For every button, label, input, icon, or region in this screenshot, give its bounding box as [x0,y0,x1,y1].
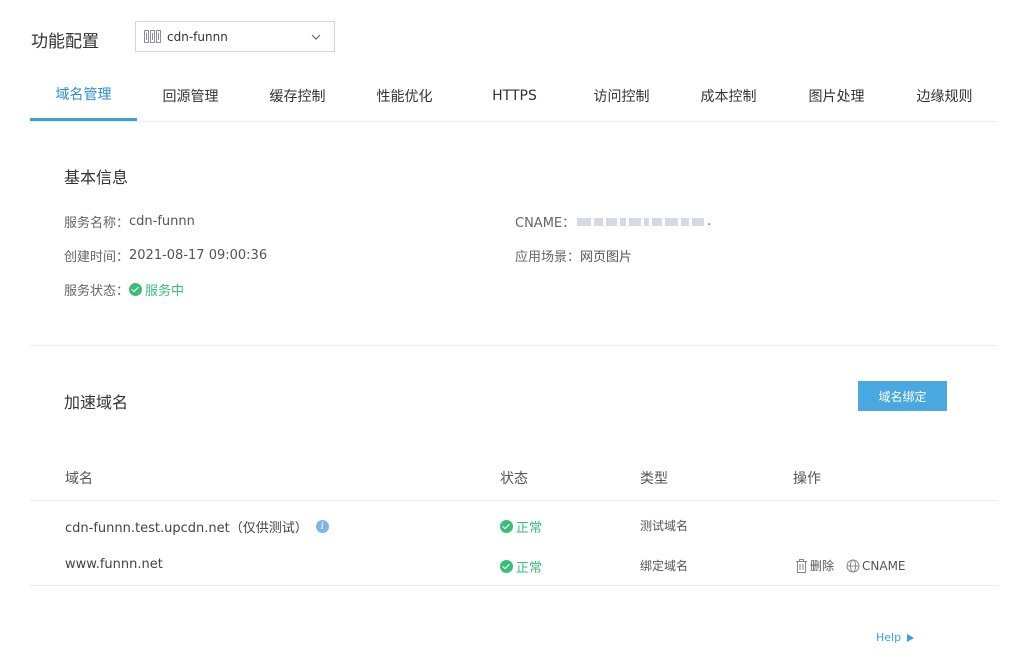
tab-image-processing[interactable]: 图片处理 [783,70,890,121]
type-cell: 绑定域名 [640,559,689,573]
tab-cost-control[interactable]: 成本控制 [675,70,782,121]
domains-title: 加速域名 [64,393,129,412]
column-domain: 域名 [65,471,93,487]
cname-row: CNAME： . [515,212,711,231]
type-cell: 测试域名 [640,519,689,533]
service-select[interactable]: cdn-funnn [135,21,335,52]
service-name-value: cdn-funnn [129,214,195,229]
delete-label: 删除 [810,559,835,573]
tab-https[interactable]: HTTPS [461,70,568,121]
tab-domain-management[interactable]: 域名管理 [30,70,137,121]
section-divider [30,345,998,346]
service-icon [144,30,161,43]
delete-link[interactable]: 删除 [795,557,834,574]
service-name-row: 服务名称： cdn-funnn [64,212,195,231]
status-badge: 正常 [500,517,542,536]
tab-bar: 域名管理 回源管理 缓存控制 性能优化 HTTPS 访问控制 成本控制 图片处理… [30,70,998,122]
created-time-label: 创建时间： [64,250,130,265]
scene-value: 网页图片 [580,250,633,265]
cname-link[interactable]: CNAME [846,559,906,573]
status-cell: 正常 [500,517,542,536]
service-status-label: 服务状态： [64,284,130,299]
status-text: 正常 [516,521,543,536]
domain-cell: cdn-funnn.test.upcdn.net（仅供测试） i [65,517,329,536]
page-title: 功能配置 [31,32,99,52]
chevron-down-icon [311,34,321,40]
status-cell: 正常 [500,557,542,576]
check-circle-icon [500,520,513,533]
globe-icon [846,559,860,572]
cname-suffix: . [707,214,712,229]
column-type: 类型 [640,471,668,487]
tab-cache-control[interactable]: 缓存控制 [244,70,351,121]
basic-info-title: 基本信息 [64,168,129,187]
column-actions: 操作 [793,471,821,487]
check-circle-icon [500,560,513,573]
table-header: 域名 状态 类型 操作 [30,452,998,501]
status-badge: 正常 [500,557,542,576]
status-text: 正常 [516,561,543,576]
service-status-row: 服务状态： 服务中 [64,280,184,299]
table-row: www.funnn.net 正常 绑定域名 删除 CNAME [30,544,998,586]
column-status: 状态 [500,471,528,487]
service-status-badge: 服务中 [129,280,184,299]
table-row: cdn-funnn.test.upcdn.net（仅供测试） i 正常 测试域名 [30,501,998,544]
bind-domain-button[interactable]: 域名绑定 [858,381,947,411]
created-time-value: 2021-08-17 09:00:36 [129,248,268,263]
check-circle-icon [129,283,143,296]
domain-name: cdn-funnn.test.upcdn.net（仅供测试） [65,521,308,536]
help-label: Help [876,631,902,644]
domain-table: 域名 状态 类型 操作 cdn-funnn.test.upcdn.net（仅供测… [30,452,998,586]
help-link[interactable]: Help [876,631,915,644]
created-time-row: 创建时间： 2021-08-17 09:00:36 [64,246,267,265]
tab-performance[interactable]: 性能优化 [351,70,458,121]
service-select-value: cdn-funnn [167,29,228,44]
info-icon[interactable]: i [315,520,329,533]
scene-row: 应用场景： 网页图片 [515,246,632,265]
actions-cell: 删除 CNAME [795,557,918,574]
tab-origin-management[interactable]: 回源管理 [137,70,244,121]
play-arrow-icon [907,633,915,642]
cname-label: CNAME： [515,216,576,231]
tab-access-control[interactable]: 访问控制 [568,70,675,121]
scene-label: 应用场景： [515,250,581,265]
service-status-value: 服务中 [145,284,185,299]
domain-cell: www.funnn.net [65,557,163,572]
service-name-label: 服务名称： [64,216,130,231]
trash-icon [796,558,807,573]
cname-redacted [577,217,707,226]
tab-edge-rules[interactable]: 边缘规则 [891,70,998,121]
cname-label-op: CNAME [862,558,906,573]
